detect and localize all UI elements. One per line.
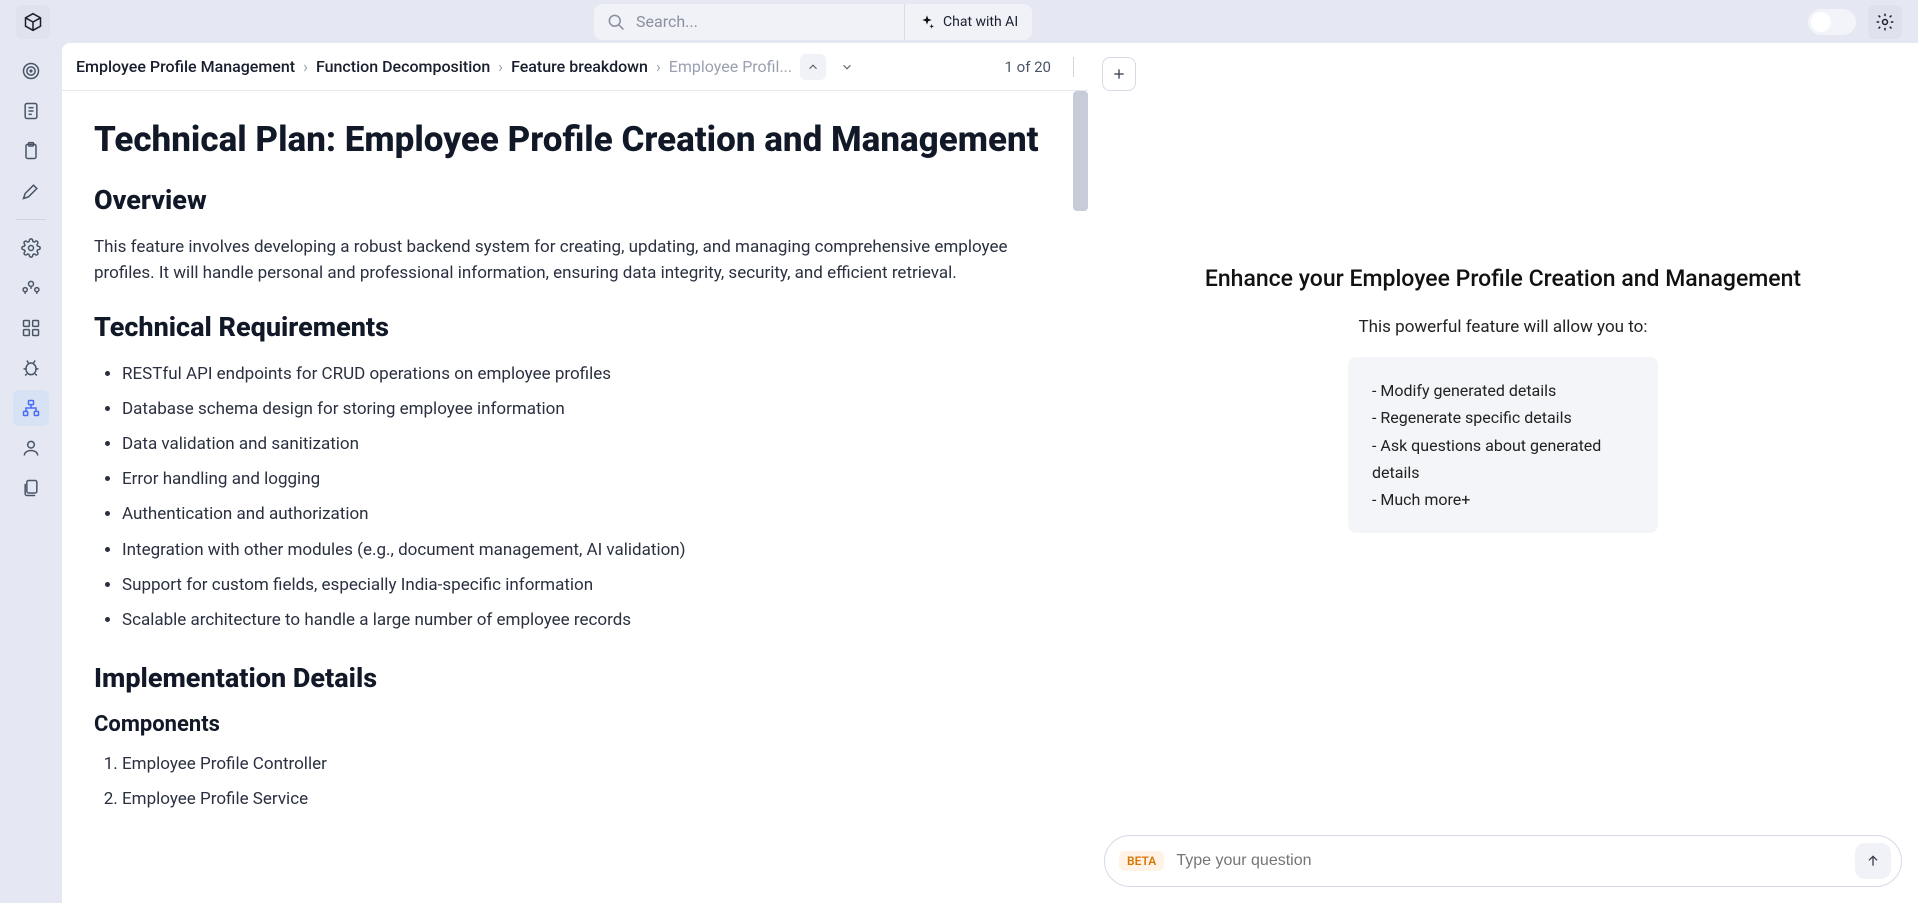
cube-icon bbox=[23, 12, 43, 32]
sidebar-item-cog[interactable] bbox=[13, 230, 49, 266]
search-wrap: Search... Chat with AI bbox=[594, 4, 1032, 40]
sidebar-item-copy[interactable] bbox=[13, 470, 49, 506]
team-icon bbox=[21, 278, 41, 298]
chat-ai-label: Chat with AI bbox=[943, 14, 1018, 30]
enhance-block: Enhance your Employee Profile Creation a… bbox=[1088, 263, 1918, 533]
sidebar-divider bbox=[16, 219, 46, 220]
sidebar-item-notes[interactable] bbox=[13, 93, 49, 129]
gear-icon bbox=[1875, 12, 1895, 32]
feature-item: - Ask questions about generated details bbox=[1372, 432, 1634, 486]
sparkle-icon bbox=[919, 14, 935, 30]
list-item: Authentication and authorization bbox=[122, 501, 1056, 528]
chevron-right-icon: › bbox=[498, 57, 503, 76]
right-panel: Enhance your Employee Profile Creation a… bbox=[1088, 43, 1918, 903]
sidebar-item-target[interactable] bbox=[13, 53, 49, 89]
crumb-0[interactable]: Employee Profile Management bbox=[76, 57, 295, 76]
pen-nib-icon bbox=[21, 181, 41, 201]
requirements-list: RESTful API endpoints for CRUD operation… bbox=[94, 361, 1056, 635]
settings-button[interactable] bbox=[1868, 5, 1902, 39]
divider bbox=[1073, 57, 1074, 77]
chat-with-ai-button[interactable]: Chat with AI bbox=[904, 4, 1032, 40]
overview-text: This feature involves developing a robus… bbox=[94, 234, 1056, 287]
search-input[interactable]: Search... bbox=[594, 4, 904, 40]
arrow-up-icon bbox=[1865, 853, 1881, 869]
app-logo[interactable] bbox=[16, 5, 50, 39]
cog-icon bbox=[21, 238, 41, 258]
bug-icon bbox=[21, 358, 41, 378]
search-placeholder: Search... bbox=[636, 12, 698, 31]
plus-icon bbox=[1111, 66, 1127, 82]
sitemap-icon bbox=[21, 398, 41, 418]
search-icon bbox=[606, 12, 626, 32]
list-item: Database schema design for storing emplo… bbox=[122, 396, 1056, 423]
breadcrumb-bar: Employee Profile Management › Function D… bbox=[62, 43, 1088, 91]
send-button[interactable] bbox=[1855, 843, 1891, 879]
prev-page-button[interactable] bbox=[800, 54, 826, 80]
sidebar-item-clipboard[interactable] bbox=[13, 133, 49, 169]
enhance-title: Enhance your Employee Profile Creation a… bbox=[1118, 263, 1888, 295]
sidebar-item-sitemap[interactable] bbox=[13, 390, 49, 426]
page-counter: 1 of 20 bbox=[1004, 58, 1051, 76]
enhance-sub: This powerful feature will allow you to: bbox=[1118, 317, 1888, 337]
feature-item: - Regenerate specific details bbox=[1372, 404, 1634, 431]
list-item: Error handling and logging bbox=[122, 466, 1056, 493]
beta-badge: BETA bbox=[1119, 851, 1164, 871]
feature-box: - Modify generated details - Regenerate … bbox=[1348, 357, 1658, 533]
list-item: Employee Profile Service bbox=[122, 786, 1056, 813]
top-bar: Search... Chat with AI bbox=[0, 0, 1918, 43]
implementation-heading: Implementation Details bbox=[94, 662, 1056, 694]
sidebar-item-user[interactable] bbox=[13, 430, 49, 466]
requirements-heading: Technical Requirements bbox=[94, 311, 1056, 343]
list-item: Integration with other modules (e.g., do… bbox=[122, 537, 1056, 564]
main-panel: Employee Profile Management › Function D… bbox=[62, 43, 1088, 903]
components-list: Employee Profile Controller Employee Pro… bbox=[94, 751, 1056, 813]
list-item: Data validation and sanitization bbox=[122, 431, 1056, 458]
top-right bbox=[1808, 5, 1902, 39]
components-heading: Components bbox=[94, 712, 1056, 737]
chevron-up-icon bbox=[806, 60, 820, 74]
list-item: RESTful API endpoints for CRUD operation… bbox=[122, 361, 1056, 388]
copy-icon bbox=[21, 478, 41, 498]
list-item: Employee Profile Controller bbox=[122, 751, 1056, 778]
notes-icon bbox=[21, 101, 41, 121]
chevron-down-icon bbox=[840, 60, 854, 74]
sidebar-item-pen[interactable] bbox=[13, 173, 49, 209]
list-item: Support for custom fields, especially In… bbox=[122, 572, 1056, 599]
next-page-button[interactable] bbox=[834, 54, 860, 80]
chat-bar: BETA bbox=[1104, 835, 1902, 887]
sidebar-item-team[interactable] bbox=[13, 270, 49, 306]
feature-item: - Modify generated details bbox=[1372, 377, 1634, 404]
modules-icon bbox=[21, 318, 41, 338]
overview-heading: Overview bbox=[94, 184, 1056, 216]
crumb-2[interactable]: Feature breakdown bbox=[511, 57, 648, 76]
target-icon bbox=[21, 61, 41, 81]
clipboard-icon bbox=[21, 141, 41, 161]
user-icon bbox=[21, 438, 41, 458]
crumb-current: Employee Profil... bbox=[669, 57, 792, 76]
doc-title: Technical Plan: Employee Profile Creatio… bbox=[94, 119, 1056, 160]
feature-item: - Much more+ bbox=[1372, 486, 1634, 513]
sidebar-item-modules[interactable] bbox=[13, 310, 49, 346]
document-content: Technical Plan: Employee Profile Creatio… bbox=[62, 91, 1088, 903]
theme-toggle[interactable] bbox=[1808, 9, 1856, 35]
sidebar-item-bug[interactable] bbox=[13, 350, 49, 386]
new-conversation-button[interactable] bbox=[1102, 57, 1136, 91]
scrollbar-thumb[interactable] bbox=[1073, 91, 1088, 211]
chevron-right-icon: › bbox=[656, 57, 661, 76]
sidebar bbox=[0, 43, 62, 903]
crumb-1[interactable]: Function Decomposition bbox=[316, 57, 490, 76]
list-item: Scalable architecture to handle a large … bbox=[122, 607, 1056, 634]
chat-input[interactable] bbox=[1176, 852, 1843, 870]
chevron-right-icon: › bbox=[303, 57, 308, 76]
